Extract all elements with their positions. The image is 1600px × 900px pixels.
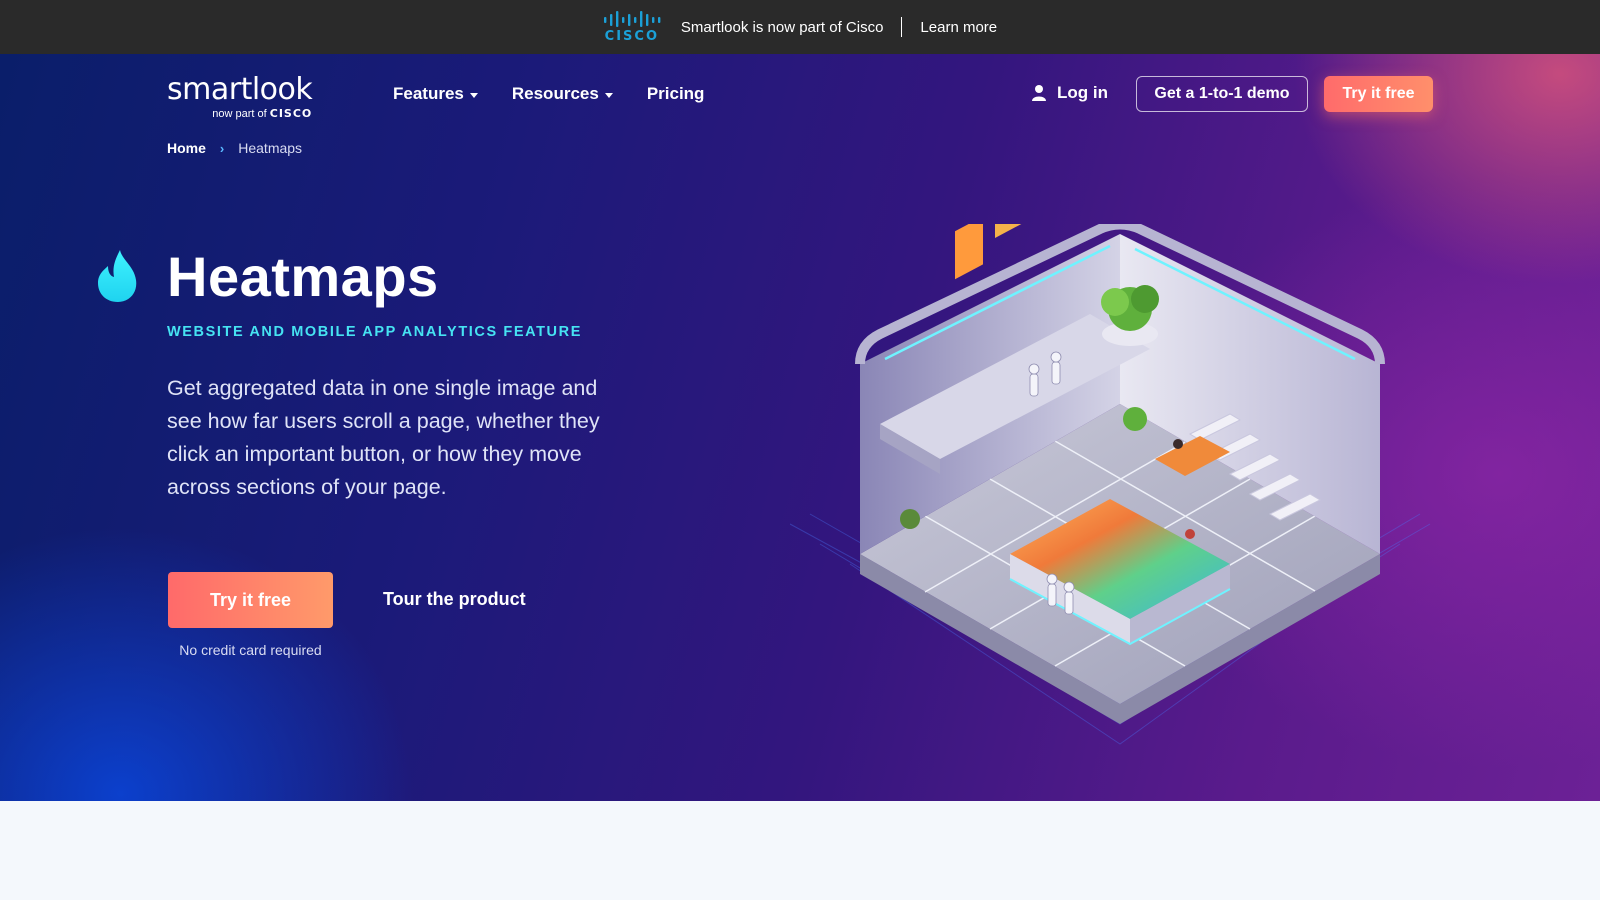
chevron-down-icon — [604, 93, 613, 98]
breadcrumb: Home › Heatmaps — [167, 140, 302, 156]
nav-item-resources[interactable]: Resources — [512, 84, 613, 104]
try-free-button-nav[interactable]: Try it free — [1324, 76, 1433, 112]
nav-item-pricing[interactable]: Pricing — [647, 84, 705, 104]
cisco-banner: CISCO Smartlook is now part of Cisco Lea… — [0, 0, 1600, 54]
learn-more-link[interactable]: Learn more — [920, 19, 997, 36]
brand-sub: now part of CISCO — [167, 107, 312, 120]
brand-name: smartlook — [167, 72, 313, 107]
page-subtitle: WEBSITE AND MOBILE APP ANALYTICS FEATURE — [167, 324, 582, 340]
login-label: Log in — [1057, 83, 1108, 102]
breadcrumb-home[interactable]: Home — [167, 140, 206, 156]
hero-description: Get aggregated data in one single image … — [167, 376, 600, 499]
page-title: Heatmaps — [167, 245, 439, 308]
main-nav: smartlook now part of CISCO Features Res… — [0, 54, 1600, 132]
breadcrumb-current: Heatmaps — [238, 140, 303, 156]
user-icon — [1032, 85, 1046, 101]
nav-item-label: Features — [393, 84, 464, 103]
nav-item-label: Pricing — [646, 84, 705, 103]
cisco-bars-icon — [603, 10, 661, 27]
nav-item-label: Resources — [511, 84, 599, 103]
nav-item-features[interactable]: Features — [393, 84, 478, 104]
login-link[interactable]: Log in — [1031, 83, 1108, 103]
smartlook-logo[interactable]: smartlook now part of CISCO — [167, 72, 313, 121]
hero-section: smartlook now part of CISCO Features Res… — [0, 54, 1600, 801]
demo-button[interactable]: Get a 1-to-1 demo — [1136, 76, 1308, 112]
banner-message: Smartlook is now part of Cisco — [680, 18, 884, 36]
tour-product-link[interactable]: Tour the product — [383, 589, 526, 610]
chevron-down-icon — [469, 93, 478, 98]
brand-sub-prefix: now part of — [212, 108, 267, 120]
cisco-wordmark: CISCO — [604, 28, 660, 44]
try-free-button[interactable]: Try it free — [168, 572, 333, 628]
flame-icon — [98, 250, 137, 302]
no-credit-card-note: No credit card required — [179, 642, 322, 658]
brand-sub-company: CISCO — [269, 107, 313, 120]
plant-large-icon — [1101, 285, 1159, 346]
banner-divider — [901, 17, 903, 37]
chevron-right-icon: › — [219, 140, 225, 156]
cisco-logo: CISCO — [603, 10, 661, 44]
heatmap-room-illustration — [790, 224, 1431, 745]
nav-menu: Features Resources Pricing — [393, 84, 704, 104]
